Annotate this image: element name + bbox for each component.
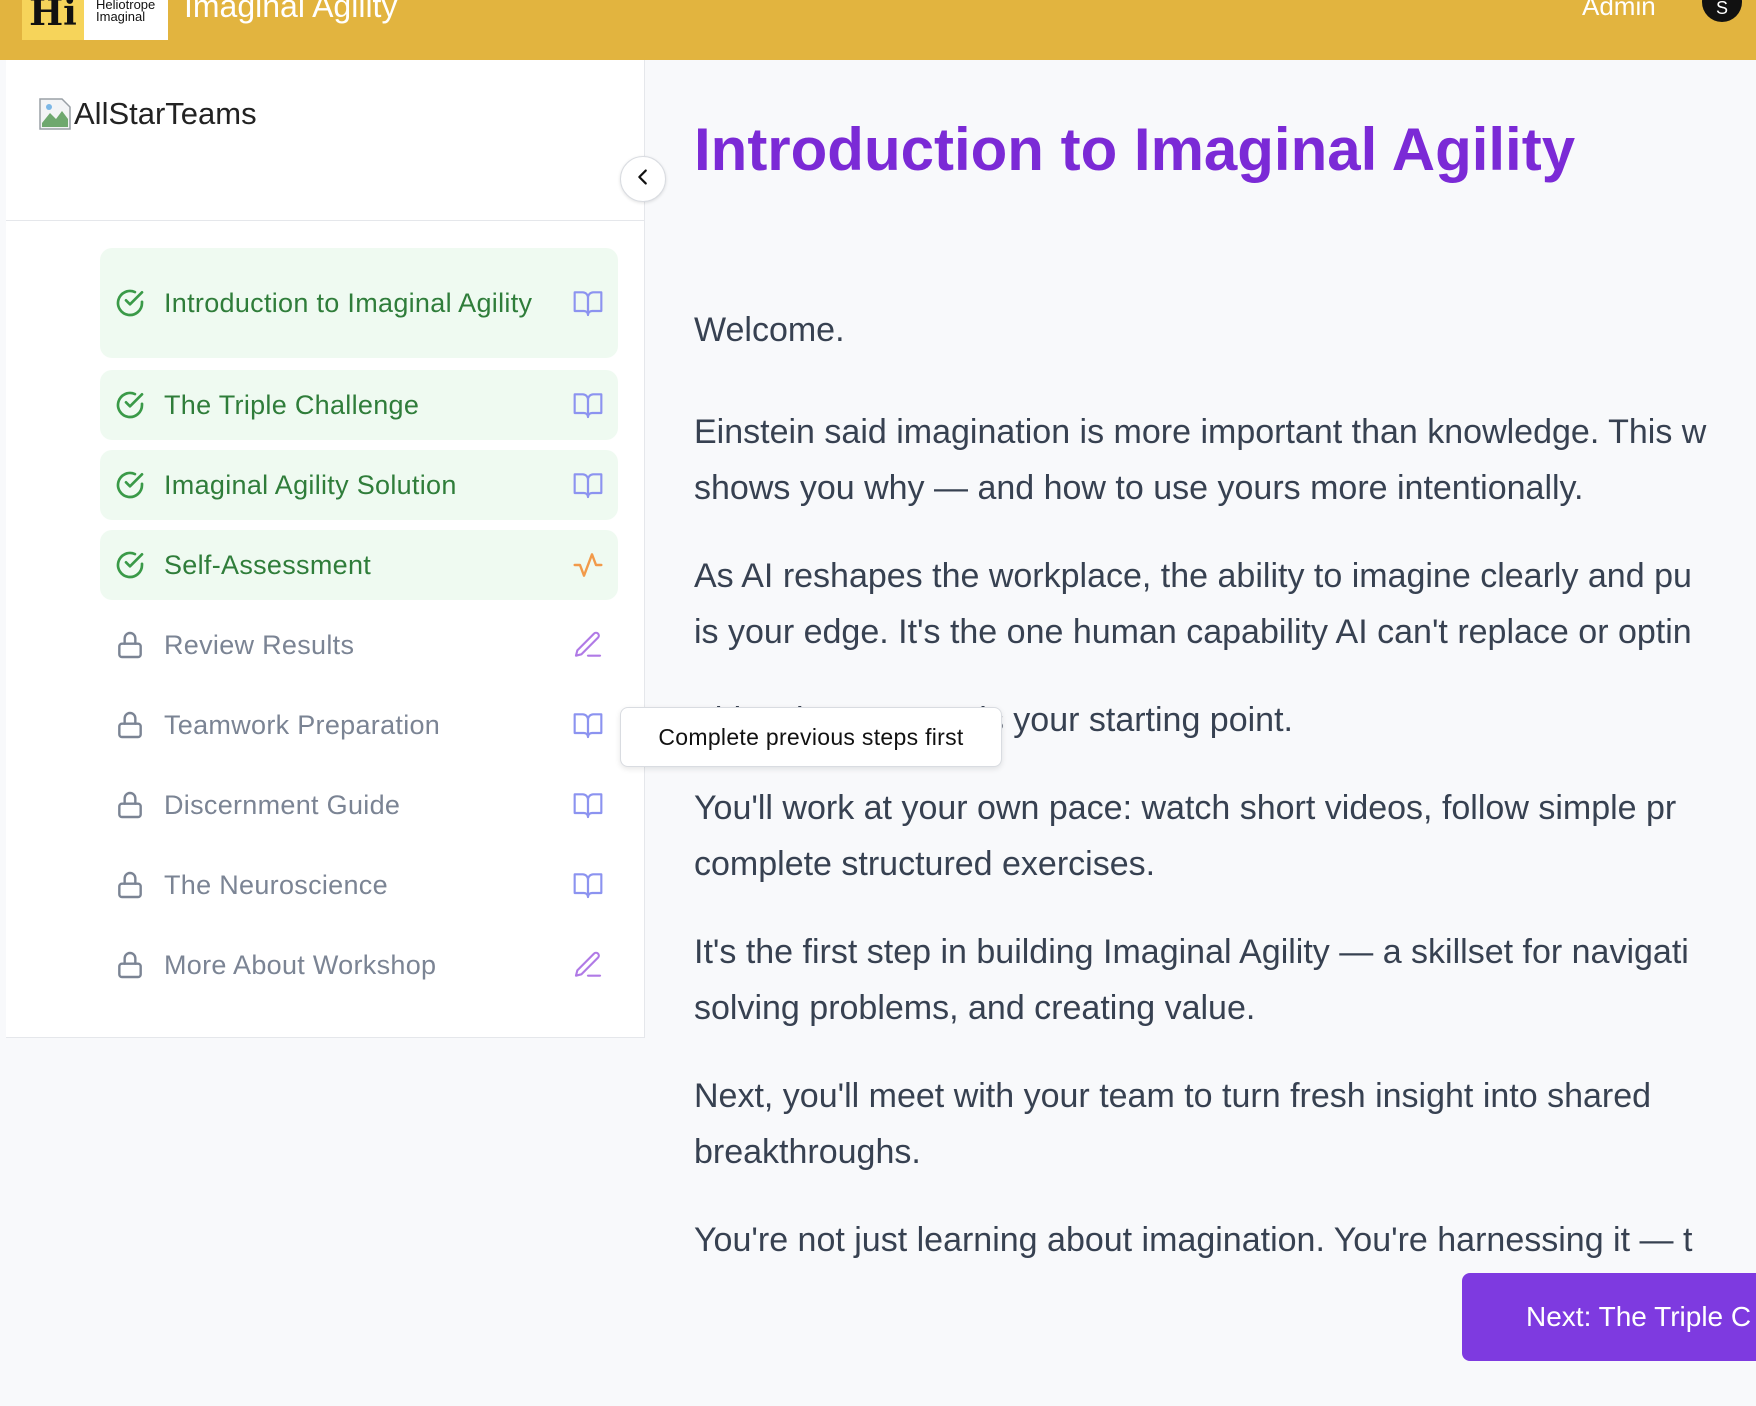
user-avatar[interactable]: S xyxy=(1702,0,1742,22)
lock-icon xyxy=(114,869,146,901)
sidebar-item-label: Imaginal Agility Solution xyxy=(164,470,457,500)
activity-icon xyxy=(572,549,604,581)
sidebar-item-triple-challenge[interactable]: The Triple Challenge xyxy=(100,370,618,440)
sidebar-item-label: More About Workshop xyxy=(164,950,437,980)
heliotrope-logo[interactable]: Hi Heliotrope Imaginal xyxy=(22,0,168,40)
logo-text-line2: Imaginal xyxy=(96,9,146,24)
book-icon xyxy=(572,287,604,319)
paragraph-own-pace: You'll work at your own pace: watch shor… xyxy=(694,789,1677,883)
brand-logo[interactable]: AllStarTeams xyxy=(38,94,257,134)
page-title: Introduction to Imaginal Agility xyxy=(694,116,1576,183)
lock-icon xyxy=(114,709,146,741)
admin-link[interactable]: Admin xyxy=(1582,0,1656,22)
book-icon xyxy=(572,789,604,821)
sidebar-item-discernment-guide[interactable]: Discernment Guide xyxy=(100,770,618,840)
sidebar-item-introduction[interactable]: Introduction to Imaginal Agility xyxy=(100,248,618,358)
brand-alt-text: AllStarTeams xyxy=(74,96,257,131)
book-icon xyxy=(572,709,604,741)
next-step-button[interactable]: Next: The Triple C xyxy=(1462,1273,1756,1361)
sidebar: AllStarTeams Introduction to Imaginal Ag… xyxy=(6,60,645,1038)
paragraph-welcome: Welcome. xyxy=(694,311,845,349)
sidebar-item-label: Teamwork Preparation xyxy=(164,710,441,740)
book-icon xyxy=(572,869,604,901)
paragraph-first-step: It's the first step in building Imaginal… xyxy=(694,933,1689,1027)
sidebar-item-label: Self-Assessment xyxy=(164,550,372,580)
app-title: Imaginal Agility xyxy=(184,0,398,24)
book-icon xyxy=(572,389,604,421)
sidebar-item-self-assessment[interactable]: Self-Assessment xyxy=(100,530,618,600)
broken-image-icon xyxy=(38,97,72,131)
check-circle-icon xyxy=(114,389,146,421)
paragraph-next-team: Next, you'll meet with your team to turn… xyxy=(694,1077,1652,1171)
sidebar-item-label: Introduction to Imaginal Agility xyxy=(164,288,533,318)
sidebar-header: AllStarTeams xyxy=(6,60,644,221)
collapse-sidebar-button[interactable] xyxy=(620,156,666,202)
sidebar-item-neuroscience[interactable]: The Neuroscience xyxy=(100,850,618,920)
sidebar-item-review-results[interactable]: Review Results xyxy=(100,610,618,680)
sidebar-item-label: The Triple Challenge xyxy=(164,390,420,420)
sidebar-item-ia-solution[interactable]: Imaginal Agility Solution xyxy=(100,450,618,520)
logo-mark: Hi xyxy=(22,0,84,40)
check-circle-icon xyxy=(114,549,146,581)
sidebar-item-teamwork-preparation[interactable]: Teamwork Preparation xyxy=(100,690,618,760)
sidebar-item-label: Review Results xyxy=(164,630,355,660)
sidebar-item-label: The Neuroscience xyxy=(164,870,388,900)
sidebar-item-more-about-workshop[interactable]: More About Workshop xyxy=(100,930,618,1000)
paragraph-ai-reshapes: As AI reshapes the workplace, the abilit… xyxy=(694,557,1692,651)
lock-icon xyxy=(114,789,146,821)
paragraph-harnessing: You're not just learning about imaginati… xyxy=(694,1221,1693,1259)
top-bar: Hi Heliotrope Imaginal Imaginal Agility … xyxy=(0,0,1756,60)
sidebar-item-label: Discernment Guide xyxy=(164,790,401,820)
book-icon xyxy=(572,469,604,501)
lock-icon xyxy=(114,949,146,981)
pencil-icon xyxy=(572,629,604,661)
check-circle-icon xyxy=(114,469,146,501)
chevron-left-icon xyxy=(632,166,654,193)
pencil-icon xyxy=(572,949,604,981)
paragraph-einstein: Einstein said imagination is more import… xyxy=(694,413,1707,507)
check-circle-icon xyxy=(114,287,146,319)
locked-step-tooltip: Complete previous steps first xyxy=(620,707,1002,767)
lock-icon xyxy=(114,629,146,661)
